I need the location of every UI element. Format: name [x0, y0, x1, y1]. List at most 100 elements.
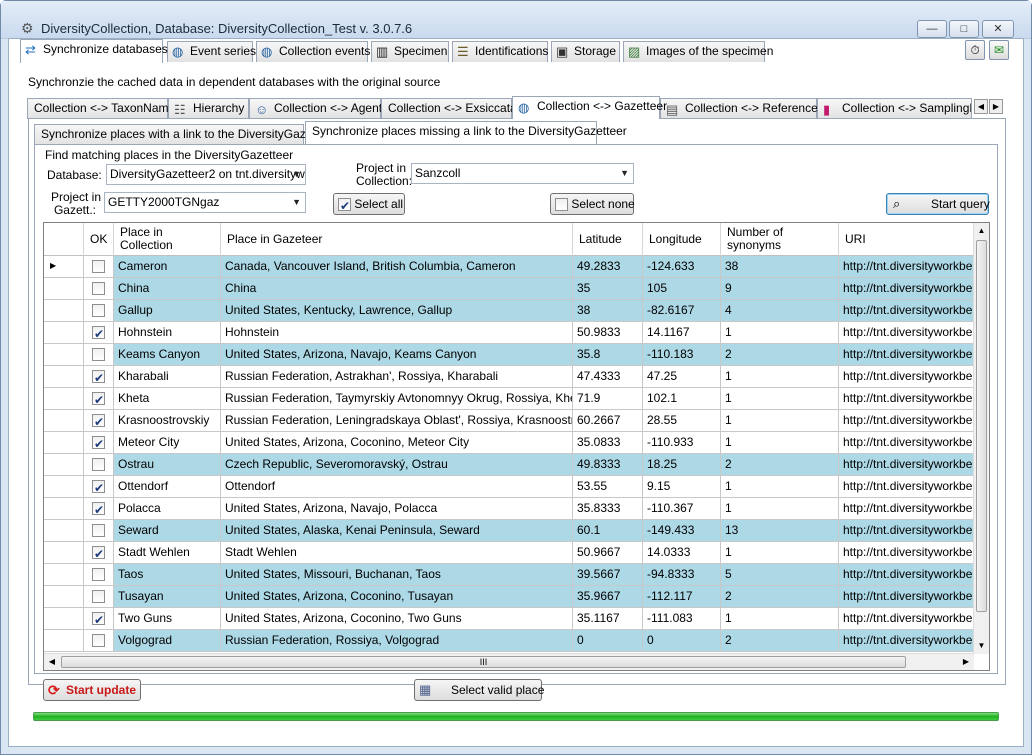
lon-cell[interactable]: -110.183 [643, 344, 721, 366]
table-row[interactable]: Keams Canyon United States, Arizona, Nava… [44, 344, 974, 366]
ok-cell[interactable] [84, 630, 114, 652]
select-none-button[interactable]: Select none [550, 193, 635, 215]
row-header[interactable] [44, 630, 84, 652]
ok-checkbox[interactable] [92, 434, 105, 453]
main-tab-7[interactable]: ▨ Images of the specimen [623, 41, 773, 62]
syn-cell[interactable]: 2 [721, 454, 839, 476]
uri-cell[interactable]: http://tnt.diversityworkbenc [839, 388, 974, 410]
lon-cell[interactable]: 105 [643, 278, 721, 300]
lat-cell[interactable]: 50.9833 [573, 322, 643, 344]
lon-cell[interactable]: 9.15 [643, 476, 721, 498]
ok-checkbox[interactable] [92, 610, 105, 629]
col-uri[interactable]: URI [839, 223, 974, 256]
lon-cell[interactable]: 47.25 [643, 366, 721, 388]
sync-tab-1[interactable]: Collection <-> TaxonNames [27, 98, 181, 119]
row-header[interactable] [44, 586, 84, 608]
table-row[interactable]: Seward United States, Alaska, Kenai Penin… [44, 520, 974, 542]
lon-cell[interactable]: -94.8333 [643, 564, 721, 586]
lon-cell[interactable]: -110.933 [643, 432, 721, 454]
col-place-gazetteer[interactable]: Place in Gazeteer [221, 223, 573, 256]
gaz-cell[interactable]: Hohnstein [221, 322, 573, 344]
ok-checkbox[interactable] [92, 500, 105, 519]
table-row[interactable]: Ostrau Czech Republic, Severomoravský, Os… [44, 454, 974, 476]
uri-cell[interactable]: http://tnt.diversityworkbenc [839, 520, 974, 542]
ok-cell[interactable] [84, 256, 114, 278]
syn-cell[interactable]: 38 [721, 256, 839, 278]
place-cell[interactable]: Stadt Wehlen [114, 542, 221, 564]
lat-cell[interactable]: 35.0833 [573, 432, 643, 454]
main-tab-4[interactable]: ▥ Specimen [371, 41, 449, 62]
row-header[interactable] [44, 498, 84, 520]
syn-cell[interactable]: 2 [721, 630, 839, 652]
horizontal-scrollbar[interactable]: ◀ III ▶ [44, 653, 974, 670]
row-header[interactable] [44, 542, 84, 564]
maximize-button[interactable]: □ [949, 20, 979, 38]
uri-cell[interactable]: http://tnt.diversityworkbenc [839, 630, 974, 652]
ok-cell[interactable] [84, 520, 114, 542]
lon-cell[interactable]: -111.083 [643, 608, 721, 630]
ok-cell[interactable] [84, 586, 114, 608]
syn-cell[interactable]: 9 [721, 278, 839, 300]
row-header[interactable]: ▶ [44, 256, 84, 278]
place-cell[interactable]: Kharabali [114, 366, 221, 388]
lon-cell[interactable]: -112.117 [643, 586, 721, 608]
tab-with-link[interactable]: Synchronize places with a link to the Di… [34, 124, 336, 145]
sync-tab-4[interactable]: Collection <-> Exsiccatae [381, 98, 523, 119]
tab-scroll-right-button[interactable]: ▶ [989, 99, 1003, 114]
ok-checkbox[interactable] [92, 260, 105, 274]
gaz-cell[interactable]: Russian Federation, Taymyrskiy Avtonomny… [221, 388, 573, 410]
ok-checkbox[interactable] [92, 368, 105, 387]
place-cell[interactable]: Volgograd [114, 630, 221, 652]
lon-cell[interactable]: 0 [643, 630, 721, 652]
col-longitude[interactable]: Longitude [643, 223, 721, 256]
main-tab-5[interactable]: ☰ Identifications [452, 41, 548, 62]
ok-checkbox[interactable] [92, 324, 105, 343]
table-row[interactable]: HohnsteinHohnstein50.983314.11671http://… [44, 322, 974, 344]
syn-cell[interactable]: 4 [721, 300, 839, 322]
ok-cell[interactable] [84, 410, 114, 432]
lon-cell[interactable]: 14.0333 [643, 542, 721, 564]
lat-cell[interactable]: 35 [573, 278, 643, 300]
row-header[interactable] [44, 300, 84, 322]
lat-cell[interactable]: 60.2667 [573, 410, 643, 432]
places-grid[interactable]: OK Place in Collection Place in Gazeteer… [43, 222, 990, 671]
row-header[interactable] [44, 344, 84, 366]
uri-cell[interactable]: http://tnt.diversityworkbenc [839, 498, 974, 520]
ok-checkbox[interactable] [92, 568, 105, 582]
ok-checkbox[interactable] [92, 634, 105, 648]
row-header[interactable] [44, 366, 84, 388]
uri-cell[interactable]: http://tnt.diversityworkbenc [839, 322, 974, 344]
scroll-right-icon[interactable]: ▶ [958, 654, 974, 670]
lat-cell[interactable]: 39.5667 [573, 564, 643, 586]
project-gazetteer-select[interactable]: GETTY2000TGNgaz ▼ [104, 192, 306, 213]
syn-cell[interactable]: 1 [721, 366, 839, 388]
lon-cell[interactable]: 14.1167 [643, 322, 721, 344]
sync-tab-3[interactable]: ☺ Collection <-> Agents [249, 98, 388, 119]
uri-cell[interactable]: http://tnt.diversityworkbenc [839, 256, 974, 278]
ok-checkbox[interactable] [92, 412, 105, 431]
gaz-cell[interactable]: Ottendorf [221, 476, 573, 498]
place-cell[interactable]: Polacca [114, 498, 221, 520]
lat-cell[interactable]: 71.9 [573, 388, 643, 410]
uri-cell[interactable]: http://tnt.diversityworkbenc [839, 454, 974, 476]
row-header[interactable] [44, 564, 84, 586]
lat-cell[interactable]: 53.55 [573, 476, 643, 498]
place-cell[interactable]: China [114, 278, 221, 300]
gaz-cell[interactable]: Czech Republic, Severomoravský, Ostrau [221, 454, 573, 476]
place-cell[interactable]: Taos [114, 564, 221, 586]
col-ok[interactable]: OK [84, 223, 114, 256]
col-synonyms[interactable]: Number of synonyms [721, 223, 839, 256]
main-tab-2[interactable]: ◍ Event series [167, 41, 256, 62]
ok-checkbox[interactable] [92, 590, 105, 604]
place-cell[interactable]: Seward [114, 520, 221, 542]
ok-checkbox[interactable] [92, 390, 105, 409]
uri-cell[interactable]: http://tnt.diversityworkbenc [839, 410, 974, 432]
ok-cell[interactable] [84, 608, 114, 630]
place-cell[interactable]: Meteor City [114, 432, 221, 454]
ok-checkbox[interactable] [92, 478, 105, 497]
main-tab-1[interactable]: ⇄ Synchronize databases [20, 39, 168, 63]
main-tab-3[interactable]: ◍ Collection events [256, 41, 370, 62]
table-row[interactable]: Tusayan United States, Arizona, Coconino,… [44, 586, 974, 608]
row-header[interactable] [44, 322, 84, 344]
syn-cell[interactable]: 1 [721, 542, 839, 564]
